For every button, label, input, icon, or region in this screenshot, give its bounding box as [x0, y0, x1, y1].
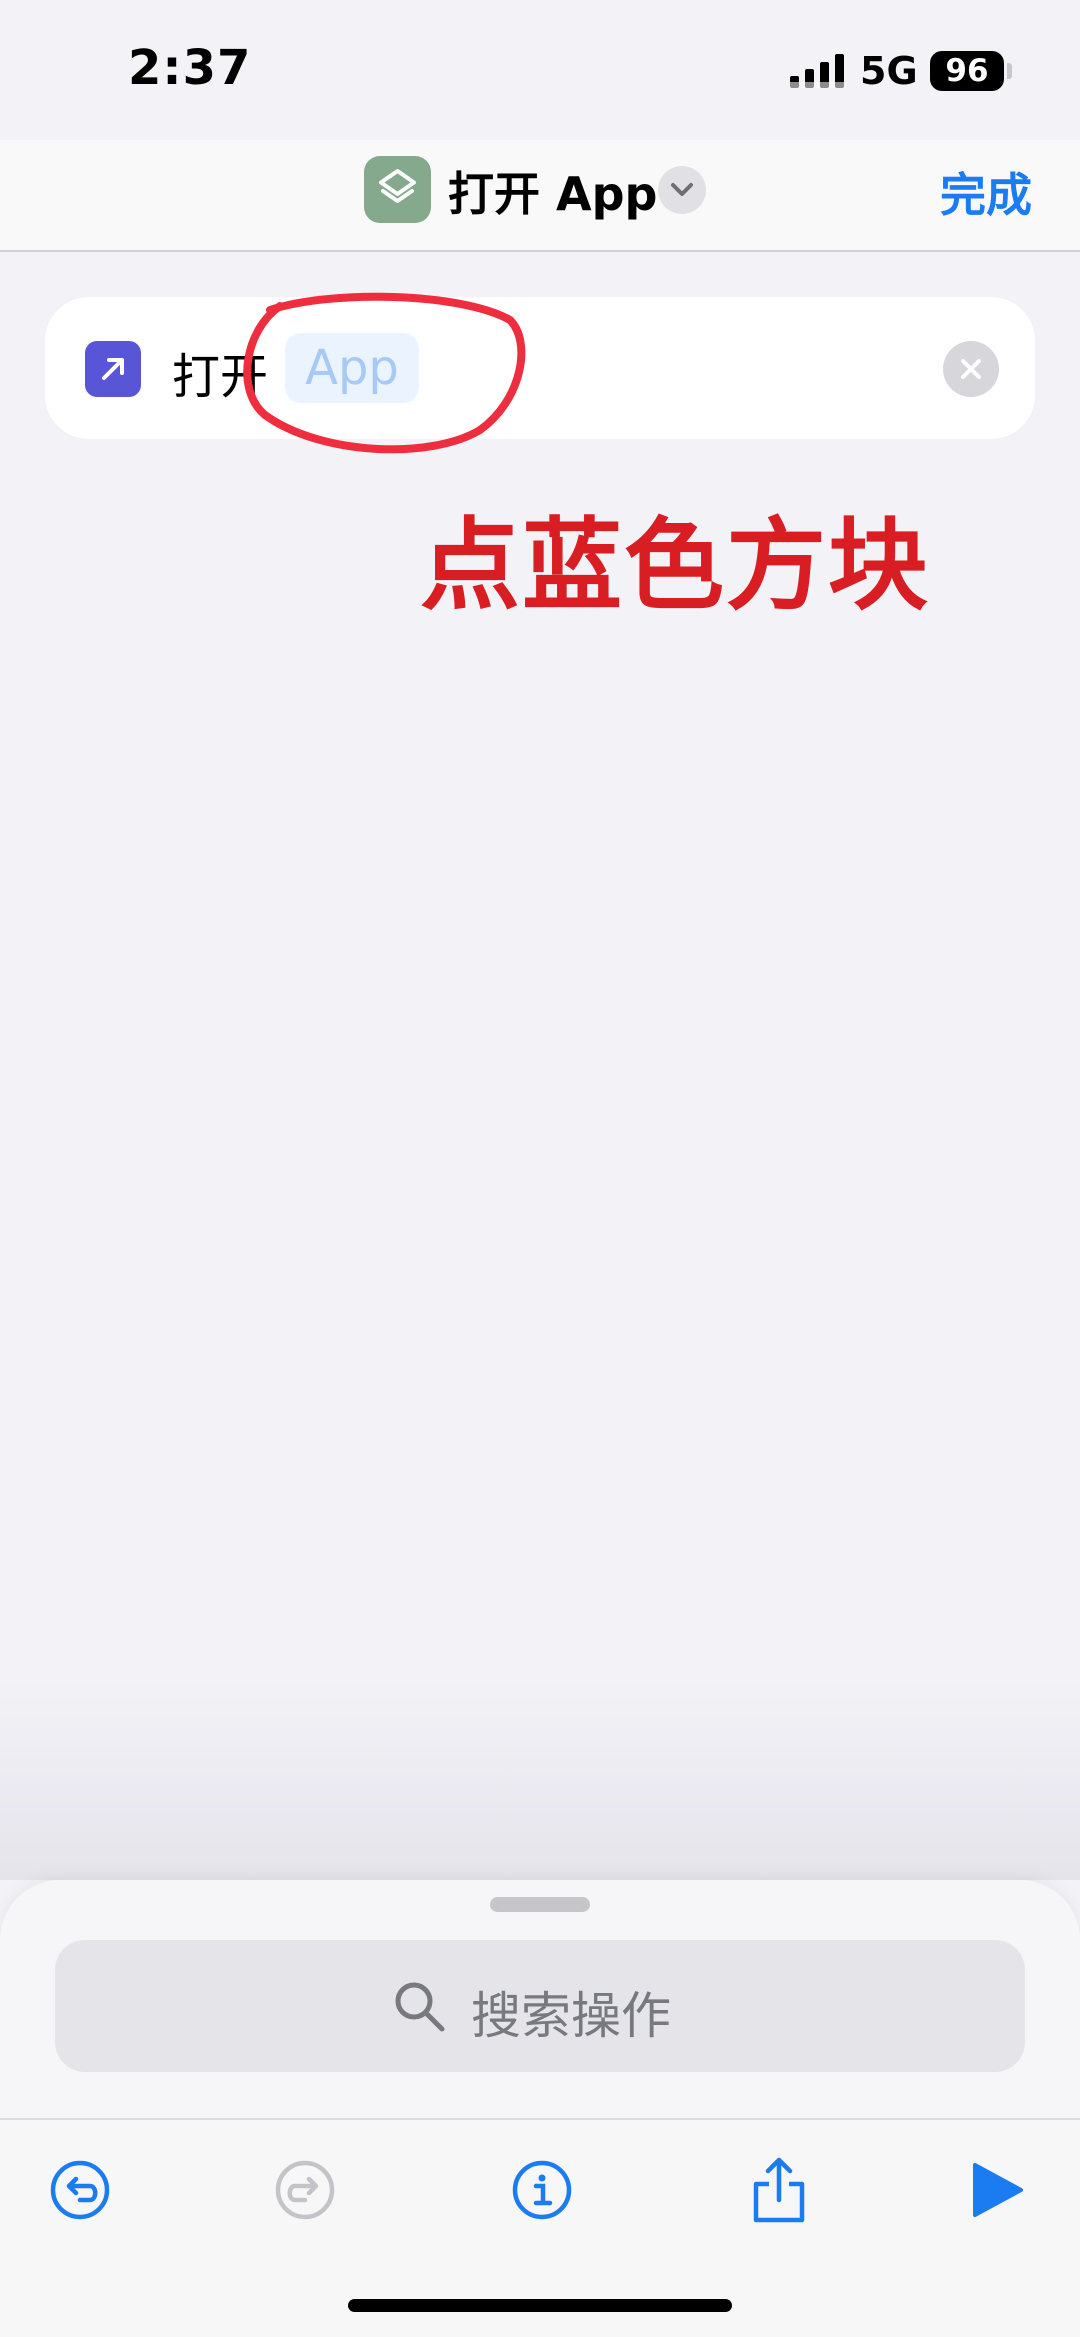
redo-icon[interactable]	[265, 2150, 345, 2230]
shortcut-title[interactable]: 打开 App	[448, 158, 657, 224]
shortcuts-layers-icon[interactable]	[364, 156, 431, 223]
share-icon[interactable]	[739, 2150, 819, 2230]
battery-icon: 96	[930, 51, 1004, 91]
chevron-down-icon[interactable]	[658, 166, 706, 214]
close-circle-icon[interactable]	[943, 341, 999, 397]
info-icon[interactable]	[502, 2150, 582, 2230]
home-indicator[interactable]	[348, 2299, 732, 2312]
open-app-action-card[interactable]: 打开 App	[45, 297, 1035, 439]
actions-bottom-sheet: 搜索操作	[0, 1880, 1080, 2120]
battery-nub	[1007, 63, 1012, 79]
sheet-shade	[0, 1680, 1080, 1880]
annotation-circle	[243, 292, 526, 454]
network-type: 5G	[860, 49, 918, 93]
undo-icon[interactable]	[40, 2150, 120, 2230]
sheet-grabber[interactable]	[490, 1897, 590, 1912]
search-icon	[395, 1982, 445, 2032]
status-time: 2:37	[128, 40, 252, 96]
nav-bar: 打开 App 完成	[0, 140, 1080, 252]
annotation-text: 点蓝色方块	[420, 507, 930, 624]
open-app-arrow-icon	[85, 341, 141, 397]
search-placeholder: 搜索操作	[471, 1987, 671, 2045]
search-actions-input[interactable]: 搜索操作	[55, 1940, 1025, 2072]
signal-icon	[790, 54, 844, 88]
play-icon[interactable]	[958, 2150, 1038, 2230]
shortcut-editor-screen: 2:37 5G 96 打开 App 完成 打开 App 点蓝色方块 搜索操作	[0, 0, 1080, 2337]
done-button[interactable]: 完成	[940, 159, 1032, 225]
status-bar: 2:37 5G 96	[0, 0, 1080, 140]
